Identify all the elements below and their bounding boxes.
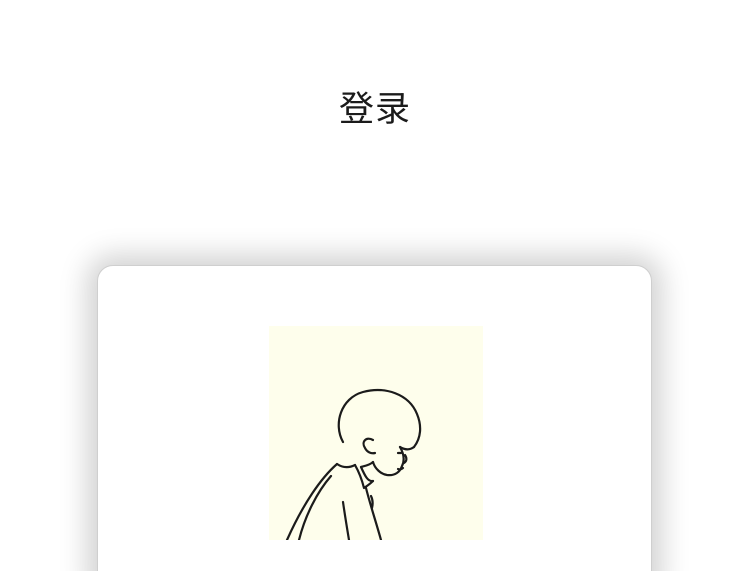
login-card <box>97 265 652 571</box>
avatar[interactable] <box>269 326 483 540</box>
avatar-illustration-icon <box>285 388 422 540</box>
page-title: 登录 <box>338 90 411 130</box>
login-page: 登录 <box>0 0 750 571</box>
